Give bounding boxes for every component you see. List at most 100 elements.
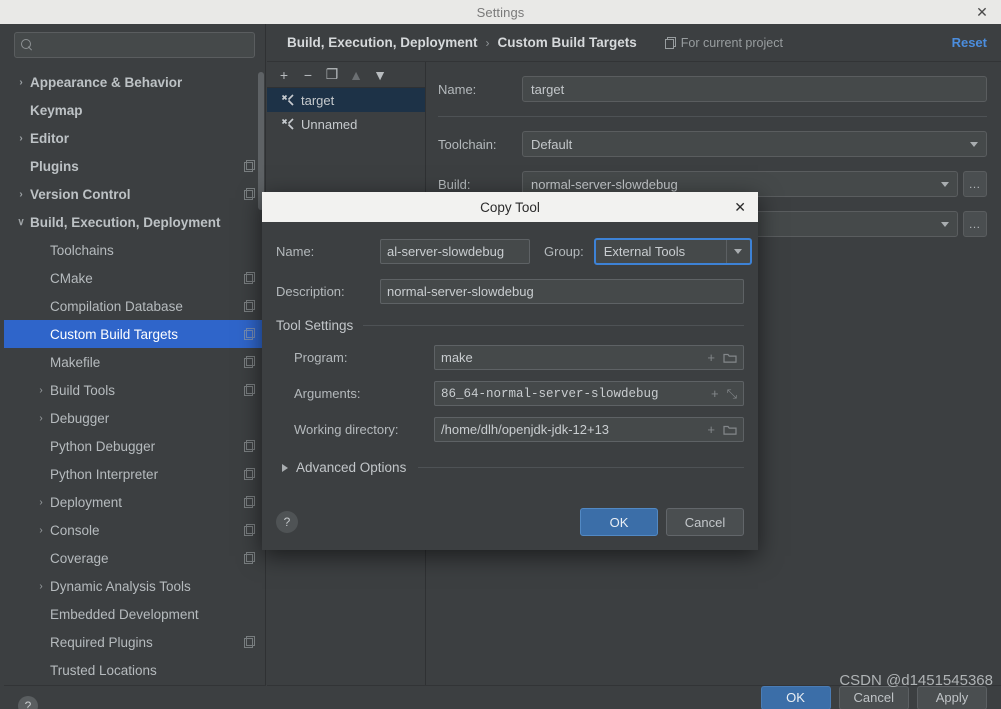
sidebar-item-label: Editor: [30, 130, 69, 146]
dialog-ok-button[interactable]: OK: [580, 508, 658, 536]
sidebar-item-embedded-development[interactable]: ›Embedded Development: [4, 600, 265, 628]
sidebar-item-editor[interactable]: › Editor: [4, 124, 265, 152]
build-browse-button[interactable]: …: [963, 171, 987, 197]
list-item[interactable]: Unnamed: [267, 112, 425, 136]
sidebar-item-coverage[interactable]: ›Coverage: [4, 544, 265, 572]
sidebar-item-label: Compilation Database: [50, 298, 183, 314]
dialog-title: Copy Tool: [480, 199, 540, 215]
sidebar-item-label: Trusted Locations: [50, 662, 157, 678]
chevron-down-glyph: [734, 249, 743, 254]
project-scope-icon: [244, 188, 255, 200]
sidebar-item-debugger[interactable]: › Debugger: [4, 404, 265, 432]
help-icon[interactable]: ?: [18, 696, 38, 709]
settings-navigation: ›Appearance & Behavior›Keymap›Editor›Plu…: [4, 24, 266, 685]
chevron-right-icon[interactable]: ›: [14, 77, 28, 88]
arguments-input[interactable]: 86_64-normal-server-slowdebug + ⤡: [434, 381, 744, 406]
sidebar-item-build-tools[interactable]: › Build Tools: [4, 376, 265, 404]
dialog-help-icon[interactable]: ?: [276, 511, 298, 533]
sidebar-item-required-plugins[interactable]: ›Required Plugins: [4, 628, 265, 656]
settings-window: Settings ✕ ›Appearance & Behavior›Keymap…: [0, 0, 1001, 709]
sidebar-item-version-control[interactable]: › Version Control: [4, 180, 265, 208]
search-box[interactable]: [14, 32, 255, 58]
build-label: Build:: [438, 176, 471, 192]
toolchain-select[interactable]: Default: [522, 131, 987, 157]
chevron-right-icon[interactable]: ›: [34, 385, 48, 396]
copy-target-button[interactable]: ❐: [321, 64, 343, 86]
breadcrumb-parent[interactable]: Build, Execution, Deployment: [287, 35, 478, 50]
program-input[interactable]: make +: [434, 345, 744, 370]
project-scope-icon: [244, 468, 255, 480]
list-item-label: target: [301, 92, 335, 108]
workdir-input[interactable]: /home/dlh/openjdk-jdk-12+13 +: [434, 417, 744, 442]
sidebar-item-custom-build-targets[interactable]: ›Custom Build Targets: [4, 320, 265, 348]
chevron-down-icon[interactable]: ∨: [14, 217, 28, 228]
dialog-group-select[interactable]: External Tools: [593, 238, 752, 265]
window-title: Settings: [476, 4, 525, 20]
nav-scrollbar-thumb[interactable]: [258, 72, 264, 210]
settings-apply-button[interactable]: Apply: [917, 685, 987, 709]
move-up-button: ▲: [349, 66, 363, 83]
window-close-icon[interactable]: ✕: [973, 3, 991, 21]
chevron-right-icon[interactable]: ›: [14, 133, 28, 144]
sidebar-item-dynamic-analysis-tools[interactable]: › Dynamic Analysis Tools: [4, 572, 265, 600]
program-value: make: [441, 350, 473, 365]
advanced-options-toggle[interactable]: Advanced Options: [282, 460, 744, 475]
search-input[interactable]: [39, 37, 248, 53]
sidebar-item-appearance-behavior[interactable]: › Appearance & Behavior: [4, 68, 265, 96]
sidebar-item-console[interactable]: › Console: [4, 516, 265, 544]
sidebar-item-cmake[interactable]: ›CMake: [4, 264, 265, 292]
sidebar-item-toolchains[interactable]: ›Toolchains: [4, 236, 265, 264]
sidebar-item-python-debugger[interactable]: ›Python Debugger: [4, 432, 265, 460]
add-target-button[interactable]: +: [273, 64, 295, 86]
list-item-label: Unnamed: [301, 116, 358, 132]
clean-browse-button[interactable]: …: [963, 211, 987, 237]
settings-tree: ›Appearance & Behavior›Keymap›Editor›Plu…: [4, 68, 265, 685]
sidebar-item-label: CMake: [50, 270, 93, 286]
breadcrumb: Build, Execution, Deployment › Custom Bu…: [267, 24, 1001, 62]
sidebar-item-label: Build Tools: [50, 382, 116, 398]
sidebar-item-python-interpreter[interactable]: ›Python Interpreter: [4, 460, 265, 488]
sidebar-item-makefile[interactable]: ›Makefile: [4, 348, 265, 376]
sidebar-item-label: Deployment: [50, 494, 123, 510]
settings-ok-button[interactable]: OK: [760, 685, 831, 709]
browse-folder-icon[interactable]: [723, 424, 737, 436]
sidebar-item-deployment[interactable]: › Deployment: [4, 488, 265, 516]
chevron-right-icon[interactable]: ›: [14, 189, 28, 200]
workdir-value: /home/dlh/openjdk-jdk-12+13: [441, 422, 610, 437]
sidebar-item-keymap[interactable]: ›Keymap: [4, 96, 265, 124]
sidebar-item-label: Makefile: [50, 354, 101, 370]
search-container: [4, 24, 265, 62]
dialog-cancel-button[interactable]: Cancel: [666, 508, 744, 536]
dialog-description-input[interactable]: normal-server-slowdebug: [380, 279, 744, 304]
insert-macro-icon[interactable]: +: [707, 350, 715, 365]
project-scope-icon: [244, 356, 255, 368]
list-item[interactable]: target: [267, 88, 425, 112]
dialog-close-icon[interactable]: ✕: [734, 199, 746, 215]
sidebar-item-trusted-locations[interactable]: ›Trusted Locations: [4, 656, 265, 684]
sidebar-item-label: Appearance & Behavior: [30, 74, 183, 90]
chevron-right-icon[interactable]: ›: [34, 525, 48, 536]
sidebar-item-plugins[interactable]: ›Plugins: [4, 152, 265, 180]
chevron-right-icon[interactable]: ›: [34, 497, 48, 508]
insert-macro-icon[interactable]: +: [707, 422, 715, 437]
arguments-row: Arguments: 86_64-normal-server-slowdebug…: [276, 381, 744, 406]
reset-link[interactable]: Reset: [952, 35, 987, 50]
section-rule: [363, 325, 744, 326]
dialog-footer: ? OK Cancel: [262, 494, 758, 550]
toolchain-row: Toolchain: Default: [438, 131, 987, 157]
sidebar-item-compilation-database[interactable]: ›Compilation Database: [4, 292, 265, 320]
move-down-button[interactable]: ▼: [369, 64, 391, 86]
chevron-right-icon[interactable]: ›: [34, 413, 48, 424]
remove-target-button[interactable]: −: [297, 64, 319, 86]
project-scope-icon: [244, 384, 255, 396]
chevron-down-icon[interactable]: [725, 240, 750, 263]
breadcrumb-current: Custom Build Targets: [497, 35, 637, 50]
insert-macro-icon[interactable]: +: [711, 386, 719, 401]
target-name-input[interactable]: target: [522, 76, 987, 102]
chevron-right-icon[interactable]: ›: [34, 581, 48, 592]
dialog-name-input[interactable]: al-server-slowdebug: [380, 239, 530, 264]
settings-cancel-button[interactable]: Cancel: [838, 685, 909, 709]
expand-editor-icon[interactable]: ⤡: [727, 386, 737, 402]
sidebar-item-build-execution-deployment[interactable]: ∨ Build, Execution, Deployment: [4, 208, 265, 236]
browse-folder-icon[interactable]: [723, 352, 737, 364]
